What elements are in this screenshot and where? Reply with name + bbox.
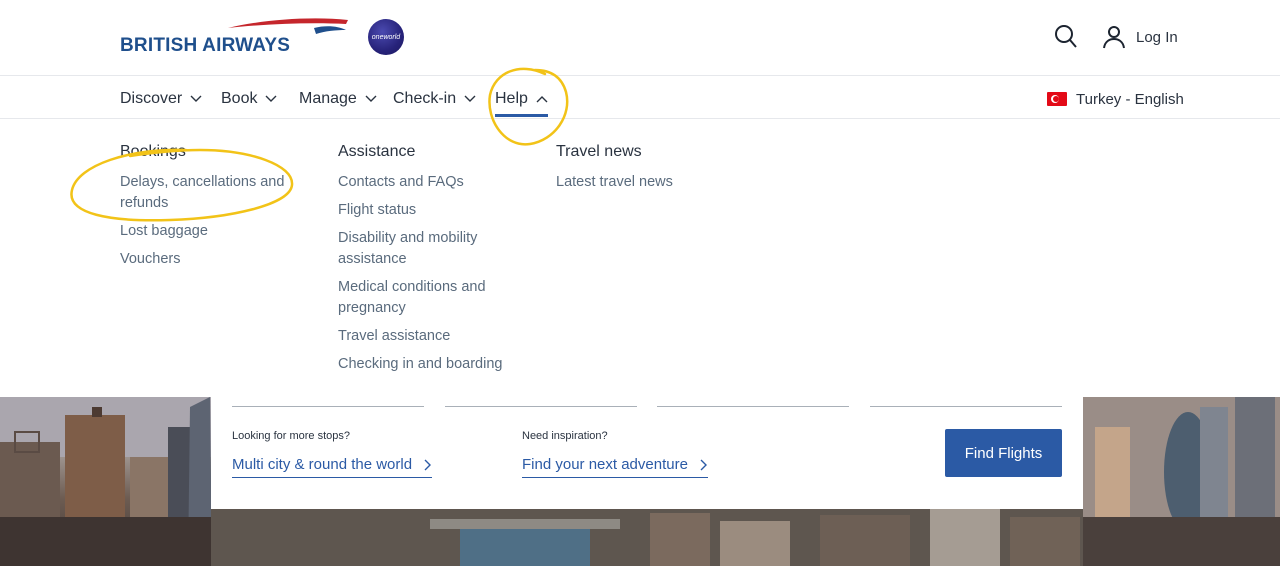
multi-city-label: Multi city & round the world (232, 456, 413, 473)
login-button[interactable]: Log In (1102, 24, 1178, 50)
search-icon[interactable] (1054, 24, 1078, 50)
chevron-down-icon (464, 95, 476, 102)
menu-link-lost-baggage[interactable]: Lost baggage (120, 221, 295, 242)
help-mega-menu: Bookings Delays, cancellations and refun… (0, 119, 1280, 397)
menu-heading: Travel news (556, 143, 642, 160)
user-icon (1103, 26, 1125, 49)
nav-discover[interactable]: Discover (120, 88, 202, 110)
region-label: Turkey - English (1076, 90, 1184, 108)
nav-book[interactable]: Book (221, 88, 277, 110)
chevron-right-icon (424, 459, 432, 470)
more-stops-label: Looking for more stops? (232, 430, 351, 442)
field-underline (657, 406, 849, 407)
nav-label: Manage (299, 90, 357, 107)
nav-help[interactable]: Help (495, 88, 548, 117)
nav-label: Discover (120, 90, 183, 107)
oneworld-logo: oneworld (368, 19, 404, 55)
menu-heading: Bookings (120, 143, 186, 160)
menu-column-bookings: Bookings Delays, cancellations and refun… (120, 143, 295, 277)
field-underline (445, 406, 637, 407)
turkey-flag-icon (1047, 92, 1067, 106)
nav-label: Help (495, 90, 528, 107)
booking-widget: Looking for more stops? Multi city & rou… (211, 397, 1083, 509)
nav-label: Check-in (393, 90, 457, 107)
menu-link-delays[interactable]: Delays, cancellations and refunds (120, 172, 295, 214)
nav-check-in[interactable]: Check-in (393, 88, 476, 110)
adventure-label: Find your next adventure (522, 456, 688, 473)
menu-link-flight-status[interactable]: Flight status (338, 200, 513, 221)
chevron-down-icon (365, 95, 377, 102)
main-nav: Discover Book Manage Check-in Help Turke… (0, 76, 1280, 119)
chevron-down-icon (190, 95, 202, 102)
menu-link-medical[interactable]: Medical conditions and pregnancy (338, 277, 513, 319)
menu-column-travel-news: Travel news Latest travel news (556, 143, 756, 200)
chevron-down-icon (265, 95, 277, 102)
field-underline (870, 406, 1062, 407)
site-header: BRITISH AIRWAYS oneworld Log In (0, 0, 1280, 76)
menu-column-assistance: Assistance Contacts and FAQs Flight stat… (338, 143, 513, 382)
menu-link-vouchers[interactable]: Vouchers (120, 249, 295, 270)
login-label: Log In (1136, 28, 1178, 46)
menu-link-disability[interactable]: Disability and mobility assistance (338, 228, 513, 270)
region-selector[interactable]: Turkey - English (1047, 88, 1184, 110)
menu-link-travel-assistance[interactable]: Travel assistance (338, 326, 513, 347)
brand-wordmark[interactable]: BRITISH AIRWAYS (120, 35, 290, 57)
chevron-right-icon (700, 459, 707, 470)
find-flights-button[interactable]: Find Flights (945, 429, 1062, 477)
field-underline (232, 406, 424, 407)
menu-link-latest-news[interactable]: Latest travel news (556, 172, 756, 193)
adventure-link[interactable]: Find your next adventure (522, 456, 708, 478)
nav-label: Book (221, 90, 258, 107)
multi-city-link[interactable]: Multi city & round the world (232, 456, 433, 478)
chevron-up-icon (536, 96, 548, 103)
inspiration-label: Need inspiration? (522, 430, 608, 442)
menu-link-contacts[interactable]: Contacts and FAQs (338, 172, 513, 193)
nav-manage[interactable]: Manage (299, 88, 377, 110)
menu-link-checking-in[interactable]: Checking in and boarding (338, 354, 513, 375)
menu-heading: Assistance (338, 143, 416, 160)
